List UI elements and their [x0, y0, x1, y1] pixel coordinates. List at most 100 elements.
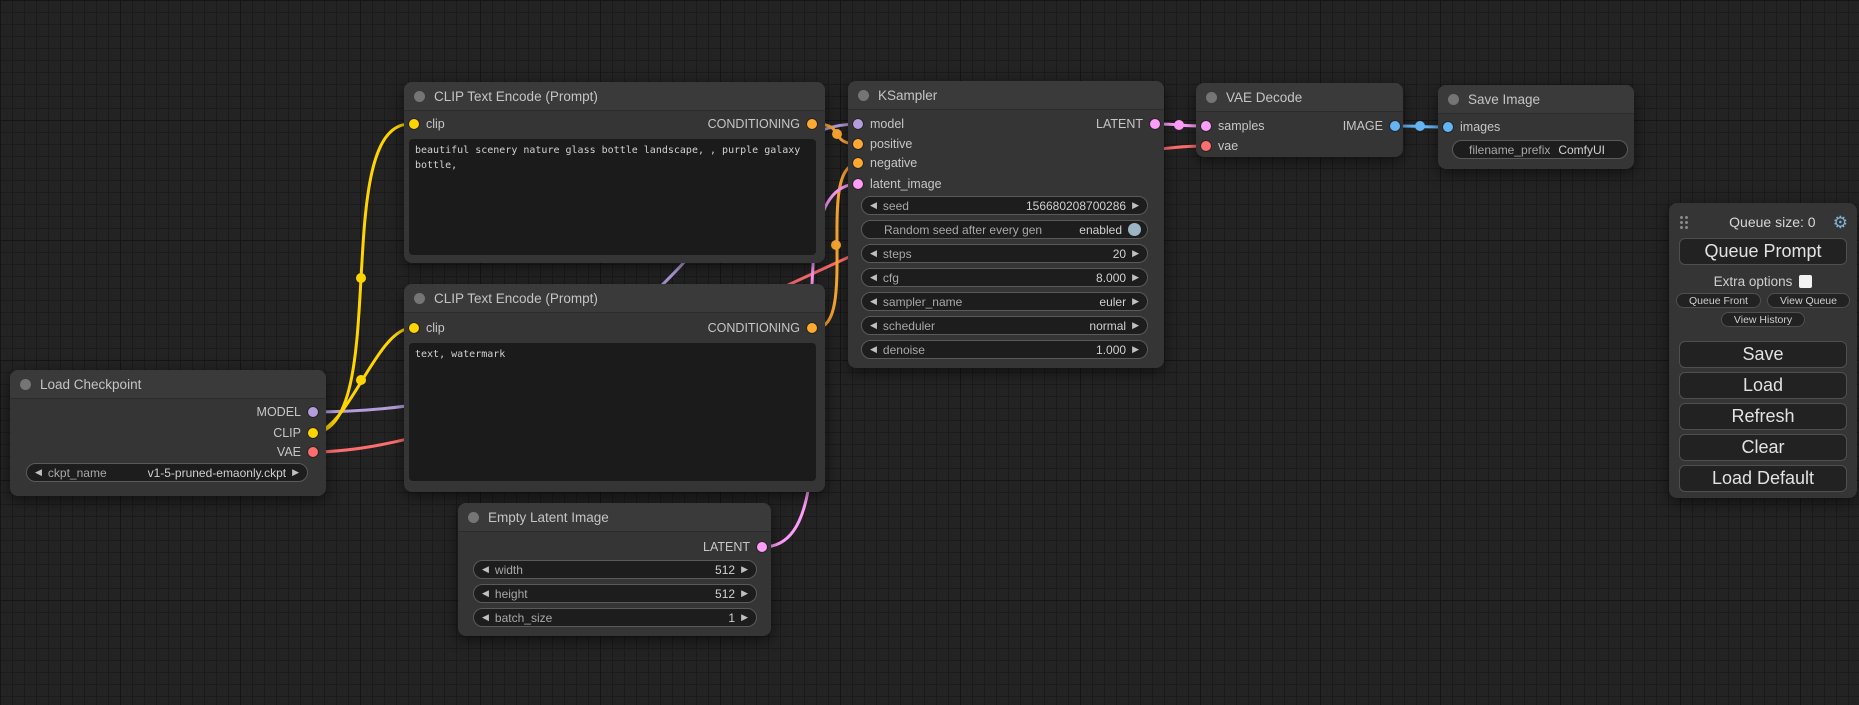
collapse-dot-icon[interactable] — [414, 293, 425, 304]
positive-prompt-textarea[interactable]: beautiful scenery nature glass bottle la… — [409, 139, 816, 255]
collapse-dot-icon[interactable] — [858, 90, 869, 101]
latent-slot-dot[interactable] — [1201, 121, 1211, 131]
increment-arrow-icon[interactable]: ▶ — [292, 468, 299, 477]
increment-arrow-icon[interactable]: ▶ — [1132, 249, 1139, 258]
link-midpoint-dot[interactable] — [1415, 121, 1425, 131]
negative-prompt-textarea[interactable]: text, watermark — [409, 343, 816, 481]
link-midpoint-dot[interactable] — [1174, 120, 1184, 130]
decrement-arrow-icon[interactable]: ◀ — [870, 321, 877, 330]
collapse-dot-icon[interactable] — [1206, 92, 1217, 103]
increment-arrow-icon[interactable]: ▶ — [1132, 297, 1139, 306]
increment-arrow-icon[interactable]: ▶ — [741, 565, 748, 574]
input-slot-images[interactable]: images — [1443, 120, 1500, 134]
toggle-enabled-dot[interactable] — [1128, 223, 1141, 236]
output-slot-latent[interactable]: LATENT — [703, 540, 767, 554]
view-history-button[interactable]: View History — [1721, 312, 1805, 327]
input-slot-clip[interactable]: clip — [409, 117, 445, 131]
refresh-button[interactable]: Refresh — [1679, 403, 1847, 430]
input-slot-samples[interactable]: samples — [1201, 119, 1265, 133]
output-slot-latent[interactable]: LATENT — [1096, 117, 1160, 131]
steps-widget[interactable]: ◀ steps 20 ▶ — [861, 244, 1148, 263]
view-queue-button[interactable]: View Queue — [1767, 293, 1850, 308]
model-slot-dot[interactable] — [853, 119, 863, 129]
extra-options-checkbox[interactable] — [1799, 275, 1812, 288]
input-slot-model[interactable]: model — [853, 117, 904, 131]
latent-slot-dot[interactable] — [1150, 119, 1160, 129]
increment-arrow-icon[interactable]: ▶ — [1132, 345, 1139, 354]
output-slot-conditioning[interactable]: CONDITIONING — [708, 117, 817, 131]
filename-prefix-widget[interactable]: filename_prefix ComfyUI — [1452, 140, 1628, 159]
latent-slot-dot[interactable] — [853, 179, 863, 189]
link-midpoint-dot[interactable] — [832, 129, 842, 139]
image-slot-dot[interactable] — [1443, 122, 1453, 132]
node-title-bar[interactable]: CLIP Text Encode (Prompt) — [404, 284, 825, 313]
input-slot-vae[interactable]: vae — [1201, 139, 1238, 153]
collapse-dot-icon[interactable] — [20, 379, 31, 390]
conditioning-slot-dot[interactable] — [853, 158, 863, 168]
node-title-bar[interactable]: VAE Decode — [1196, 83, 1403, 112]
clip-slot-dot[interactable] — [308, 428, 318, 438]
clear-button[interactable]: Clear — [1679, 434, 1847, 461]
output-slot-conditioning[interactable]: CONDITIONING — [708, 321, 817, 335]
load-default-button[interactable]: Load Default — [1679, 465, 1847, 492]
increment-arrow-icon[interactable]: ▶ — [741, 589, 748, 598]
decrement-arrow-icon[interactable]: ◀ — [870, 297, 877, 306]
decrement-arrow-icon[interactable]: ◀ — [870, 249, 877, 258]
input-slot-clip[interactable]: clip — [409, 321, 445, 335]
increment-arrow-icon[interactable]: ▶ — [1132, 273, 1139, 282]
batch-size-widget[interactable]: ◀ batch_size 1 ▶ — [473, 608, 757, 627]
save-button[interactable]: Save — [1679, 341, 1847, 368]
latent-slot-dot[interactable] — [757, 542, 767, 552]
clip-slot-dot[interactable] — [409, 323, 419, 333]
input-slot-negative[interactable]: negative — [853, 156, 917, 170]
increment-arrow-icon[interactable]: ▶ — [1132, 201, 1139, 210]
decrement-arrow-icon[interactable]: ◀ — [870, 201, 877, 210]
input-slot-positive[interactable]: positive — [853, 137, 912, 151]
drag-handle-icon[interactable] — [1680, 216, 1688, 229]
seed-widget[interactable]: ◀ seed 156680208700286 ▶ — [861, 196, 1148, 215]
input-slot-latent-image[interactable]: latent_image — [853, 177, 942, 191]
vae-slot-dot[interactable] — [1201, 141, 1211, 151]
random-seed-toggle-widget[interactable]: Random seed after every gen enabled — [861, 220, 1148, 239]
denoise-widget[interactable]: ◀ denoise 1.000 ▶ — [861, 340, 1148, 359]
conditioning-slot-dot[interactable] — [807, 323, 817, 333]
width-widget[interactable]: ◀ width 512 ▶ — [473, 560, 757, 579]
image-slot-dot[interactable] — [1390, 121, 1400, 131]
node-title-bar[interactable]: CLIP Text Encode (Prompt) — [404, 82, 825, 111]
increment-arrow-icon[interactable]: ▶ — [1132, 321, 1139, 330]
load-button[interactable]: Load — [1679, 372, 1847, 399]
model-slot-dot[interactable] — [308, 407, 318, 417]
collapse-dot-icon[interactable] — [1448, 94, 1459, 105]
sampler-name-widget[interactable]: ◀ sampler_name euler ▶ — [861, 292, 1148, 311]
collapse-dot-icon[interactable] — [468, 512, 479, 523]
decrement-arrow-icon[interactable]: ◀ — [35, 468, 42, 477]
vae-slot-dot[interactable] — [308, 447, 318, 457]
ckpt-name-widget[interactable]: ◀ ckpt_name v1-5-pruned-emaonly.ckpt ▶ — [26, 463, 308, 482]
clip-slot-dot[interactable] — [409, 119, 419, 129]
decrement-arrow-icon[interactable]: ◀ — [482, 589, 489, 598]
decrement-arrow-icon[interactable]: ◀ — [870, 345, 877, 354]
conditioning-slot-dot[interactable] — [807, 119, 817, 129]
queue-prompt-button[interactable]: Queue Prompt — [1679, 238, 1847, 265]
node-graph-canvas[interactable]: Load Checkpoint MODEL CLIP VAE ◀ ckpt_na… — [0, 0, 1859, 705]
height-widget[interactable]: ◀ height 512 ▶ — [473, 584, 757, 603]
node-title-bar[interactable]: Load Checkpoint — [10, 370, 326, 399]
node-title-bar[interactable]: Save Image — [1438, 85, 1634, 114]
link-midpoint-dot[interactable] — [831, 240, 841, 250]
output-slot-image[interactable]: IMAGE — [1343, 119, 1400, 133]
node-title-bar[interactable]: KSampler — [848, 81, 1164, 110]
queue-front-button[interactable]: Queue Front — [1676, 293, 1761, 308]
increment-arrow-icon[interactable]: ▶ — [741, 613, 748, 622]
node-title-bar[interactable]: Empty Latent Image — [458, 503, 771, 532]
output-slot-vae[interactable]: VAE — [277, 445, 318, 459]
link-midpoint-dot[interactable] — [356, 375, 366, 385]
decrement-arrow-icon[interactable]: ◀ — [870, 273, 877, 282]
collapse-dot-icon[interactable] — [414, 91, 425, 102]
decrement-arrow-icon[interactable]: ◀ — [482, 565, 489, 574]
conditioning-slot-dot[interactable] — [853, 139, 863, 149]
output-slot-model[interactable]: MODEL — [257, 405, 318, 419]
link-midpoint-dot[interactable] — [356, 273, 366, 283]
output-slot-clip[interactable]: CLIP — [273, 426, 318, 440]
scheduler-widget[interactable]: ◀ scheduler normal ▶ — [861, 316, 1148, 335]
cfg-widget[interactable]: ◀ cfg 8.000 ▶ — [861, 268, 1148, 287]
